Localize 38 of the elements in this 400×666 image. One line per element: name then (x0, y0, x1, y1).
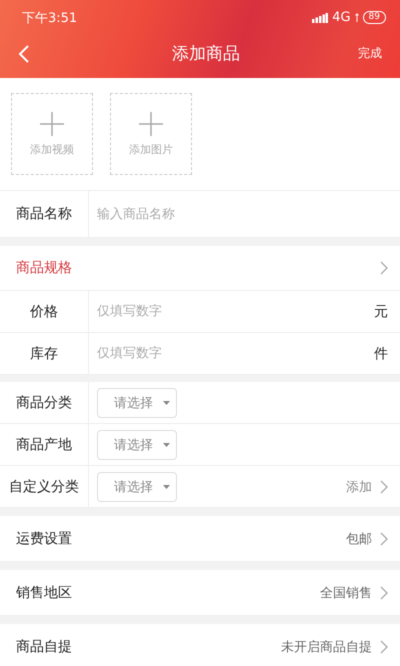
unit-label: 件 (374, 344, 388, 362)
section-label[interactable]: 商品自提 (0, 638, 281, 656)
field-label: 商品分类 (15, 394, 73, 412)
unit-label: 元 (374, 302, 388, 320)
done-button[interactable]: 完成 (358, 45, 382, 62)
chevron-right-icon (380, 586, 388, 600)
section-label[interactable]: 销售地区 (0, 584, 320, 602)
setting-value: 未开启商品自提 (281, 638, 372, 656)
network-type: 4G (332, 10, 351, 25)
field-label: 商品名称 (15, 205, 73, 223)
chevron-right-icon (380, 480, 388, 494)
plus-icon (139, 112, 163, 136)
select-dropdown[interactable]: 请选择 (97, 388, 177, 418)
field-label: 自定义分类 (8, 478, 80, 496)
battery-indicator: 89 (362, 11, 386, 24)
chevron-right-icon (380, 640, 388, 654)
add-media-tile[interactable]: 添加视频 (11, 93, 93, 175)
select-dropdown[interactable]: 请选择 (97, 472, 177, 502)
chevron-right-icon (380, 261, 388, 275)
section-label[interactable]: 运费设置 (0, 530, 346, 548)
select-dropdown[interactable]: 请选择 (97, 430, 177, 460)
add-media-tile[interactable]: 添加图片 (110, 93, 192, 175)
chevron-right-icon (380, 532, 388, 546)
upload-arrow-icon (354, 13, 359, 22)
add-link[interactable]: 添加 (346, 478, 372, 496)
caret-down-icon (163, 442, 170, 446)
status-time: 下午3:51 (22, 10, 78, 26)
caret-down-icon (163, 400, 170, 404)
field-label: 库存 (29, 344, 59, 362)
back-icon[interactable] (18, 44, 29, 62)
plus-icon (40, 112, 64, 136)
signal-icon (312, 12, 328, 22)
setting-value: 包邮 (346, 530, 372, 548)
field-label: 价格 (29, 302, 59, 320)
caret-down-icon (163, 484, 170, 488)
page-title: 添加商品 (171, 43, 241, 65)
setting-value: 全国销售 (320, 584, 372, 602)
field-label: 商品产地 (15, 436, 73, 454)
